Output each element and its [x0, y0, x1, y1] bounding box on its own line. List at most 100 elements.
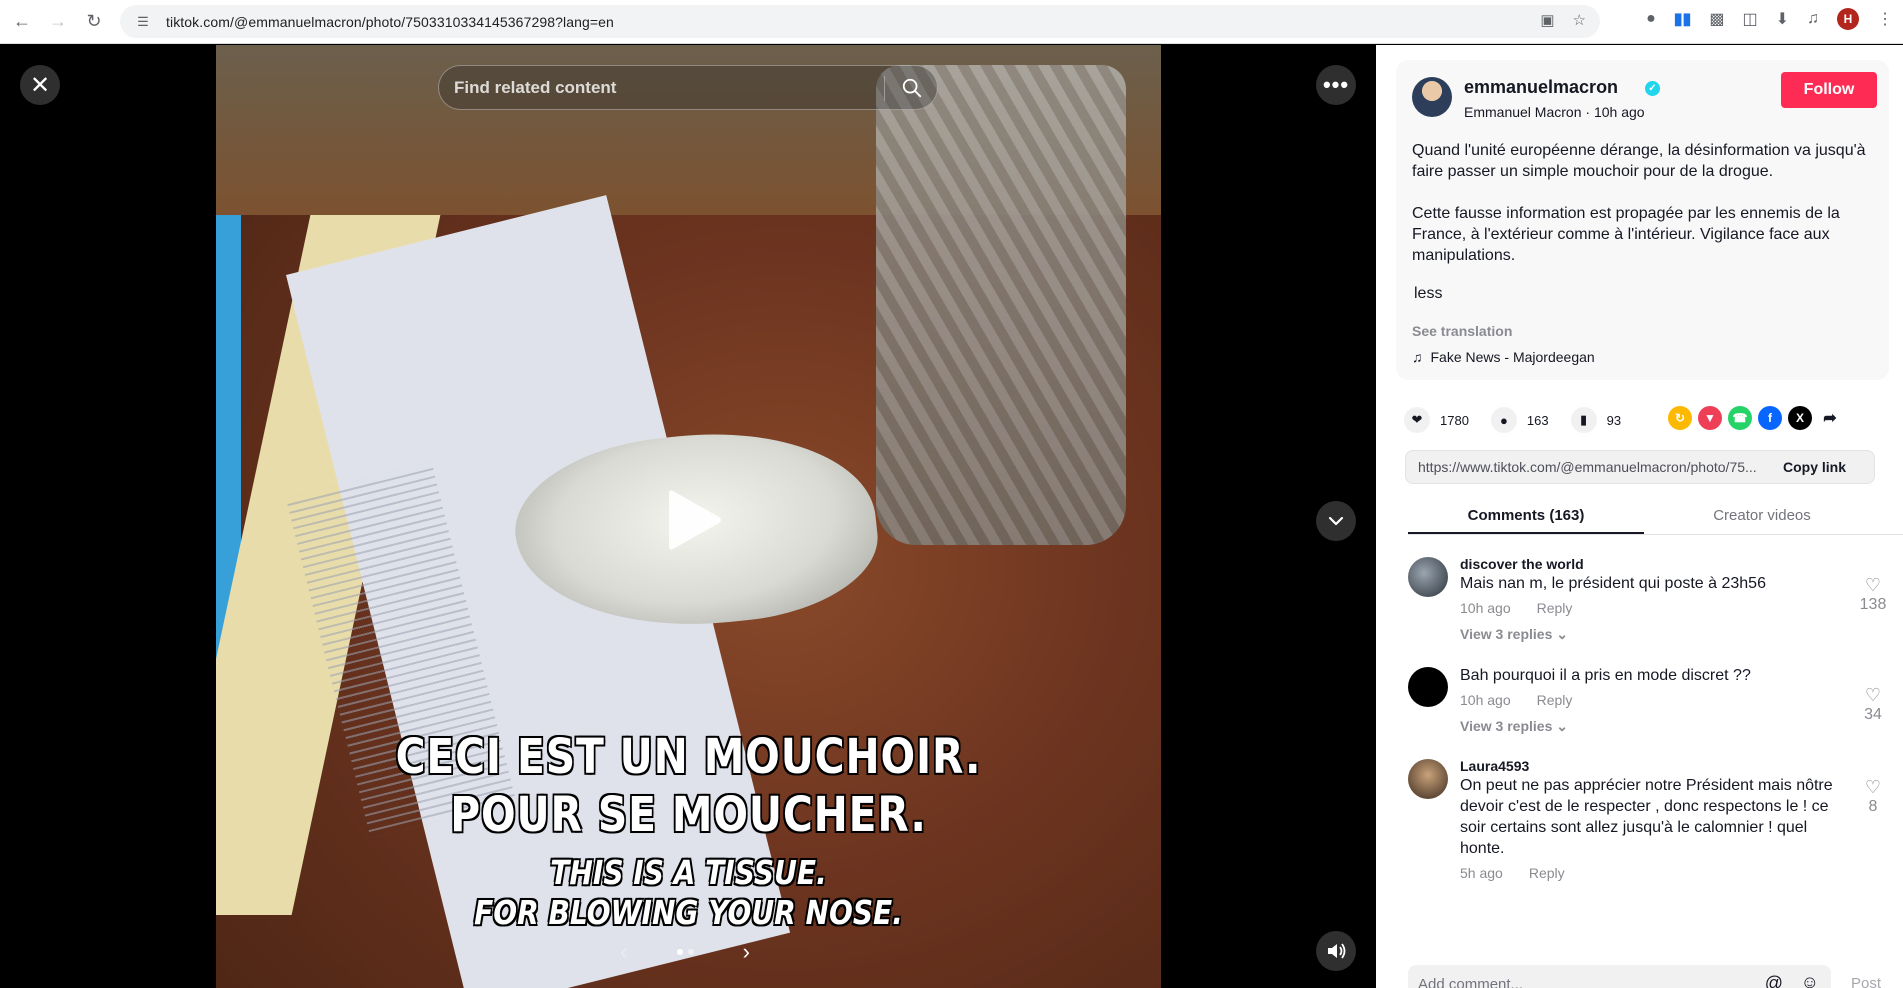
post-comment-button[interactable]: Post — [1851, 975, 1881, 988]
commenter-avatar[interactable] — [1408, 667, 1448, 707]
comment-time: 10h ago — [1460, 692, 1511, 708]
view-replies-button[interactable]: View 3 replies ⌄ — [1460, 626, 1888, 643]
share-arrow-icon[interactable]: ➦ — [1818, 406, 1842, 430]
caption-english-line2: FOR BLOWING YOUR NOSE. — [474, 893, 903, 932]
tab-creator-videos[interactable]: Creator videos — [1644, 497, 1880, 534]
carousel-dots — [676, 949, 694, 955]
bookmark-star-icon[interactable]: ☆ — [1573, 11, 1586, 29]
commenter-name[interactable]: Laura4593 — [1460, 757, 1888, 775]
chevron-down-icon — [1328, 516, 1344, 526]
extension-icon[interactable]: ● — [1646, 10, 1656, 28]
author-avatar[interactable] — [1412, 77, 1452, 117]
post-info-card: emmanuelmacron ✓ Emmanuel Macron · 10h a… — [1396, 60, 1889, 380]
like-action[interactable]: ❤ 1780 — [1404, 407, 1469, 433]
comment-input[interactable]: Add comment... @ ☺ — [1408, 965, 1831, 988]
caption-french: CECI EST UN MOUCHOIR. POUR SE MOUCHER. — [287, 728, 1090, 844]
comment-time: 10h ago — [1460, 600, 1511, 616]
music-link[interactable]: ♫ Fake News - Majordeegan — [1412, 349, 1595, 365]
mention-icon[interactable]: @ — [1765, 973, 1783, 988]
site-settings-icon[interactable]: ☰ — [134, 13, 152, 31]
comment-input-placeholder: Add comment... — [1418, 975, 1524, 988]
profile-avatar[interactable]: H — [1837, 8, 1859, 30]
media-control-icon[interactable]: ♫ — [1807, 10, 1819, 28]
heart-outline-icon[interactable]: ♡ — [1858, 777, 1888, 798]
view-replies-label: View 3 replies — [1460, 626, 1553, 642]
save-action[interactable]: ▮ 93 — [1570, 407, 1622, 433]
commenter-avatar[interactable] — [1408, 557, 1448, 597]
copy-link-row: https://www.tiktok.com/@emmanuelmacron/p… — [1405, 450, 1875, 484]
volume-button[interactable] — [1316, 931, 1356, 971]
reply-button[interactable]: Reply — [1537, 600, 1573, 616]
search-icon[interactable] — [901, 77, 923, 99]
commenter-name[interactable]: discover the world — [1460, 555, 1888, 573]
address-bar[interactable]: ☰ tiktok.com/@emmanuelmacron/photo/75033… — [120, 5, 1600, 38]
heart-icon[interactable]: ❤ — [1404, 407, 1430, 433]
carousel-dot[interactable] — [676, 949, 683, 955]
post-time: 10h ago — [1593, 104, 1645, 120]
commenter-avatar[interactable] — [1408, 759, 1448, 799]
music-note-icon: ♫ — [1412, 349, 1423, 365]
chevron-left-icon[interactable]: ‹ — [620, 939, 627, 965]
comment-list: discover the world Mais nan m, le présid… — [1408, 555, 1888, 953]
more-options-icon[interactable]: ••• — [1316, 65, 1356, 105]
close-icon[interactable]: ✕ — [20, 65, 60, 105]
extension-bars-icon[interactable]: ▮▮ — [1674, 9, 1692, 29]
panel-tabs: Comments (163) Creator videos — [1408, 497, 1903, 535]
download-icon[interactable]: ⬇ — [1776, 9, 1789, 29]
post-link-text[interactable]: https://www.tiktok.com/@emmanuelmacron/p… — [1418, 459, 1773, 475]
caption-french-line2: POUR SE MOUCHER. — [450, 787, 927, 843]
carousel-dot[interactable] — [687, 949, 694, 955]
reply-button[interactable]: Reply — [1537, 692, 1573, 708]
browser-toolbar: ← → ↻ ☰ tiktok.com/@emmanuelmacron/photo… — [0, 0, 1903, 44]
view-replies-button[interactable]: View 3 replies ⌄ — [1460, 718, 1888, 735]
emoji-icon[interactable]: ☺ — [1801, 972, 1819, 988]
comment-like-count: 8 — [1868, 798, 1878, 815]
back-arrow-icon[interactable]: ← — [8, 8, 36, 36]
copy-link-button[interactable]: Copy link — [1783, 459, 1846, 475]
comment-like[interactable]: ♡ 34 — [1858, 685, 1888, 724]
tab-comments[interactable]: Comments (163) — [1408, 497, 1644, 534]
x-icon[interactable]: X — [1788, 406, 1812, 430]
comment-action[interactable]: ● 163 — [1490, 407, 1549, 433]
extension-video-icon[interactable]: ▩ — [1709, 9, 1724, 29]
install-app-icon[interactable]: ▣ — [1540, 11, 1554, 29]
related-search-input[interactable]: Find related content — [438, 65, 938, 110]
related-search-placeholder: Find related content — [454, 77, 617, 97]
author-username[interactable]: emmanuelmacron — [1464, 77, 1618, 98]
comment-like[interactable]: ♡ 8 — [1858, 777, 1888, 816]
comment-text: Mais nan m, le président qui poste à 23h… — [1460, 575, 1766, 592]
bookmark-icon[interactable]: ▮ — [1570, 407, 1597, 433]
comment-time: 5h ago — [1460, 865, 1503, 881]
less-link[interactable]: less — [1414, 285, 1442, 303]
author-display-name[interactable]: Emmanuel Macron — [1464, 104, 1582, 120]
follow-button[interactable]: Follow — [1781, 72, 1877, 108]
reload-icon[interactable]: ↻ — [80, 8, 108, 36]
comment-like[interactable]: ♡ 138 — [1858, 575, 1888, 614]
heart-outline-icon[interactable]: ♡ — [1858, 685, 1888, 706]
view-replies-label: View 3 replies — [1460, 718, 1553, 734]
music-title: Fake News - Majordeegan — [1430, 349, 1595, 365]
caption-french-line1: CECI EST UN MOUCHOIR. — [395, 729, 982, 785]
chevron-right-icon[interactable]: › — [743, 939, 750, 965]
share-icons: ↻ ▼ ☎ f X ➦ — [1668, 406, 1842, 430]
forward-arrow-icon[interactable]: → — [44, 8, 72, 36]
facebook-icon[interactable]: f — [1758, 406, 1782, 430]
comment-bubble-icon[interactable]: ● — [1490, 407, 1517, 433]
comment-item: discover the world Mais nan m, le présid… — [1408, 555, 1888, 643]
whatsapp-icon[interactable]: ☎ — [1728, 406, 1752, 430]
comment-text: On peut ne pas apprécier notre Président… — [1460, 777, 1833, 857]
url-text[interactable]: tiktok.com/@emmanuelmacron/photo/7503310… — [166, 14, 614, 30]
repost-icon[interactable]: ↻ — [1668, 406, 1692, 430]
reply-button[interactable]: Reply — [1529, 865, 1565, 881]
media-viewer: Find related content ✕ ••• CECI EST UN M… — [0, 45, 1376, 988]
see-translation-link[interactable]: See translation — [1412, 323, 1512, 339]
next-post-button[interactable] — [1316, 501, 1356, 541]
play-icon[interactable] — [665, 485, 725, 555]
description-paragraph: Quand l'unité européenne dérange, la dés… — [1412, 142, 1866, 180]
pocket-icon[interactable]: ▼ — [1698, 406, 1722, 430]
save-count: 93 — [1606, 412, 1622, 428]
extensions-puzzle-icon[interactable]: ◫ — [1742, 9, 1757, 29]
comment-count: 163 — [1526, 412, 1549, 428]
menu-kebab-icon[interactable]: ⋮ — [1877, 9, 1893, 29]
heart-outline-icon[interactable]: ♡ — [1858, 575, 1888, 596]
